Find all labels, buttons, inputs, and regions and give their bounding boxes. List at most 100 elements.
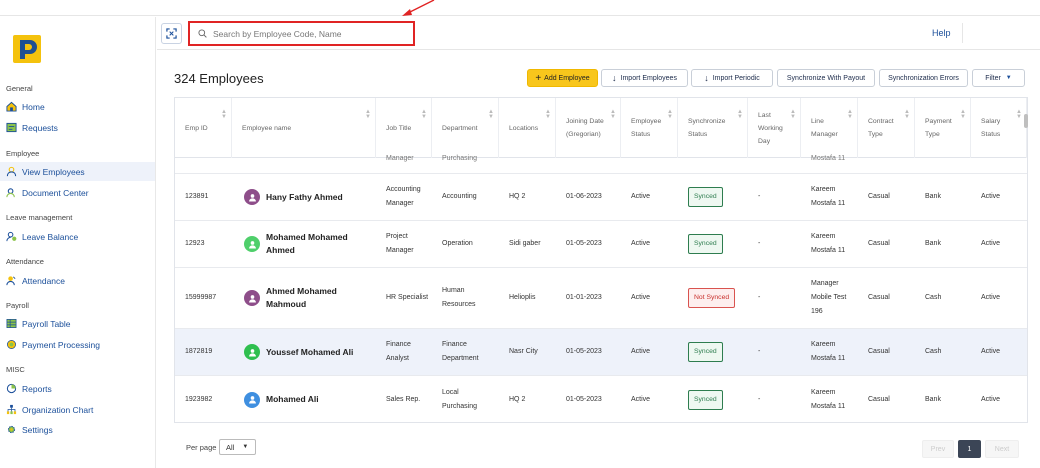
- cell-last-working-day: -: [748, 221, 801, 267]
- cell-employee-name[interactable]: Mohamed Ali: [232, 376, 376, 422]
- user-avatar-icon: [248, 193, 256, 202]
- cell-last-working-day: -: [748, 174, 801, 220]
- column-header-employee-status[interactable]: Employee Status ▲ ▼: [621, 98, 678, 158]
- sidebar-item-requests[interactable]: Requests: [0, 118, 155, 137]
- column-header-label: Line Manager: [811, 118, 838, 138]
- cell-employee-status: Active: [621, 174, 678, 220]
- cell-text: Finance Analyst: [386, 341, 411, 362]
- header-divider: [962, 23, 963, 43]
- cell-salary-status: Active: [971, 174, 1027, 220]
- cell-text: Casual: [868, 240, 890, 247]
- cell-text: HQ 2: [509, 395, 526, 403]
- per-page-select[interactable]: All ▼: [219, 439, 256, 455]
- column-header-payment-type[interactable]: Payment Type ▲ ▼: [915, 98, 971, 158]
- sidebar-item-payment-processing[interactable]: Payment Processing: [0, 335, 155, 354]
- help-link[interactable]: Help: [932, 28, 951, 38]
- cell-text: HQ 2: [509, 193, 526, 200]
- employees-table: Emp ID ▲ ▼ Employee name ▲ ▼ Job Title ▲ ▼ Depart…: [174, 97, 1028, 423]
- column-header-locations[interactable]: Locations ▲ ▼: [499, 98, 556, 158]
- column-header-synchronize-status[interactable]: Synchronize Status ▲ ▼: [678, 98, 748, 158]
- cell-department: Operation: [432, 221, 499, 267]
- requests-icon: [6, 122, 17, 133]
- table-row-partial[interactable]: Manager Purchasing Mostafa 11: [175, 155, 1027, 174]
- sidebar-section-label: MISC: [6, 365, 25, 374]
- employee-name[interactable]: Ahmed Mohamed Mahmoud: [266, 285, 370, 311]
- column-header-joining-date-gregorian[interactable]: Joining Date (Gregorian) ▲ ▼: [556, 98, 621, 158]
- search-input[interactable]: [213, 28, 413, 39]
- column-header-salary-status[interactable]: Salary Status ▲ ▼: [971, 98, 1027, 158]
- cell-text: Sidi gaber: [509, 240, 541, 247]
- table-row[interactable]: 15999987 Ahmed Mohamed Mahmoud HR Speciali…: [175, 268, 1027, 329]
- column-header-last-working-day[interactable]: Last Working Day ▲ ▼: [748, 98, 801, 158]
- sort-icon: ▲ ▼: [667, 109, 673, 120]
- sidebar-item-organization-chart[interactable]: Organization Chart: [0, 400, 155, 419]
- next-page-button[interactable]: Next: [985, 440, 1019, 458]
- cell-employee-name[interactable]: Hany Fathy Ahmed: [232, 174, 376, 220]
- cell-salary-status: Active: [971, 376, 1027, 422]
- sidebar-section-label: Payroll: [6, 301, 29, 310]
- document-user-icon: [6, 188, 15, 198]
- page-1-button[interactable]: 1: [958, 440, 981, 458]
- prev-page-button[interactable]: Prev: [922, 440, 954, 458]
- cell-employee-name[interactable]: Youssef Mohamed Ali: [232, 329, 376, 375]
- import-employees-button[interactable]: ↓ Import Employees: [601, 69, 688, 87]
- cell-line-manager: Mostafa 11: [811, 155, 846, 162]
- sort-icon: ▲ ▼: [904, 109, 910, 120]
- sync-payout-button[interactable]: Synchronize With Payout: [777, 69, 875, 87]
- sidebar-item-label: View Employees: [22, 166, 85, 177]
- cell-sync-status: Synced: [678, 174, 748, 220]
- employee-name[interactable]: Youssef Mohamed Ali: [266, 346, 353, 359]
- payroll-table-icon: [6, 319, 17, 328]
- sidebar-item-label: Settings: [22, 424, 53, 435]
- employee-name[interactable]: Mohamed Mohamed Ahmed: [266, 231, 370, 257]
- cell-text: -: [758, 294, 761, 301]
- employee-name[interactable]: Mohamed Ali: [266, 393, 319, 406]
- cell-employee-name[interactable]: Ahmed Mohamed Mahmoud: [232, 268, 376, 328]
- sidebar-section-label: General: [6, 84, 33, 93]
- user-avatar-icon: [248, 240, 256, 249]
- sidebar-item-settings[interactable]: Settings: [0, 420, 155, 439]
- cell-job-title: Project Manager: [376, 221, 432, 267]
- cell-text: Nasr City: [509, 348, 538, 355]
- per-page-label: Per page: [186, 443, 217, 452]
- table-row[interactable]: 1872819 Youssef Mohamed Ali Finance Analys…: [175, 329, 1027, 376]
- cell-emp-id: 12923: [175, 221, 232, 267]
- employee-name[interactable]: Hany Fathy Ahmed: [266, 191, 343, 204]
- sidebar-item-attendance[interactable]: Attendance: [0, 271, 155, 290]
- table-row[interactable]: 12923 Mohamed Mohamed Ahmed Project Manage…: [175, 221, 1027, 268]
- sidebar-item-payroll-table[interactable]: Payroll Table: [0, 314, 155, 333]
- filter-button[interactable]: Filter ▼: [972, 69, 1025, 87]
- column-header-emp-id[interactable]: Emp ID ▲ ▼: [175, 98, 232, 158]
- sync-errors-button[interactable]: Synchronization Errors: [879, 69, 968, 87]
- sidebar-item-reports[interactable]: Reports: [0, 379, 155, 398]
- column-header-department[interactable]: Department ▲ ▼: [432, 98, 499, 158]
- cell-text: Sales Rep.: [386, 395, 421, 403]
- table-scrollbar[interactable]: [1024, 114, 1028, 128]
- sidebar-item-view-employees[interactable]: View Employees: [0, 162, 155, 181]
- column-header-contract-type[interactable]: Contract Type ▲ ▼: [858, 98, 915, 158]
- sidebar-item-home[interactable]: Home: [0, 97, 155, 116]
- import-periodic-button[interactable]: ↓ Import Periodic: [691, 69, 773, 87]
- search-box[interactable]: [188, 21, 415, 46]
- column-header-employee-name[interactable]: Employee name ▲ ▼: [232, 98, 376, 158]
- cell-contract-type: Casual: [858, 329, 915, 375]
- expand-button[interactable]: [161, 23, 182, 44]
- cell-text: Finance Department: [442, 341, 479, 362]
- sync-status-badge: Synced: [688, 342, 723, 362]
- add-employee-button[interactable]: + Add Employee: [527, 69, 598, 87]
- sidebar-item-document-center[interactable]: Document Center: [0, 183, 155, 202]
- cell-text: Bank: [925, 193, 941, 200]
- cell-sync-status: Synced: [678, 221, 748, 267]
- plus-icon: +: [535, 72, 542, 84]
- cell-contract-type: Casual: [858, 221, 915, 267]
- cell-text: Helioplis: [509, 294, 536, 301]
- table-row[interactable]: 1923982 Mohamed Ali Sales Rep. Local Purcha…: [175, 376, 1027, 422]
- column-header-label: Department: [442, 124, 478, 132]
- column-header-job-title[interactable]: Job Title ▲ ▼: [376, 98, 432, 158]
- column-header-line-manager[interactable]: Line Manager ▲ ▼: [801, 98, 858, 158]
- top-strip: [0, 0, 1040, 16]
- cell-text: Accounting Manager: [386, 186, 421, 207]
- table-row[interactable]: 123891 Hany Fathy Ahmed Accounting Manager…: [175, 174, 1027, 221]
- sidebar-item-leave-balance[interactable]: Leave Balance: [0, 227, 155, 246]
- cell-employee-name[interactable]: Mohamed Mohamed Ahmed: [232, 221, 376, 267]
